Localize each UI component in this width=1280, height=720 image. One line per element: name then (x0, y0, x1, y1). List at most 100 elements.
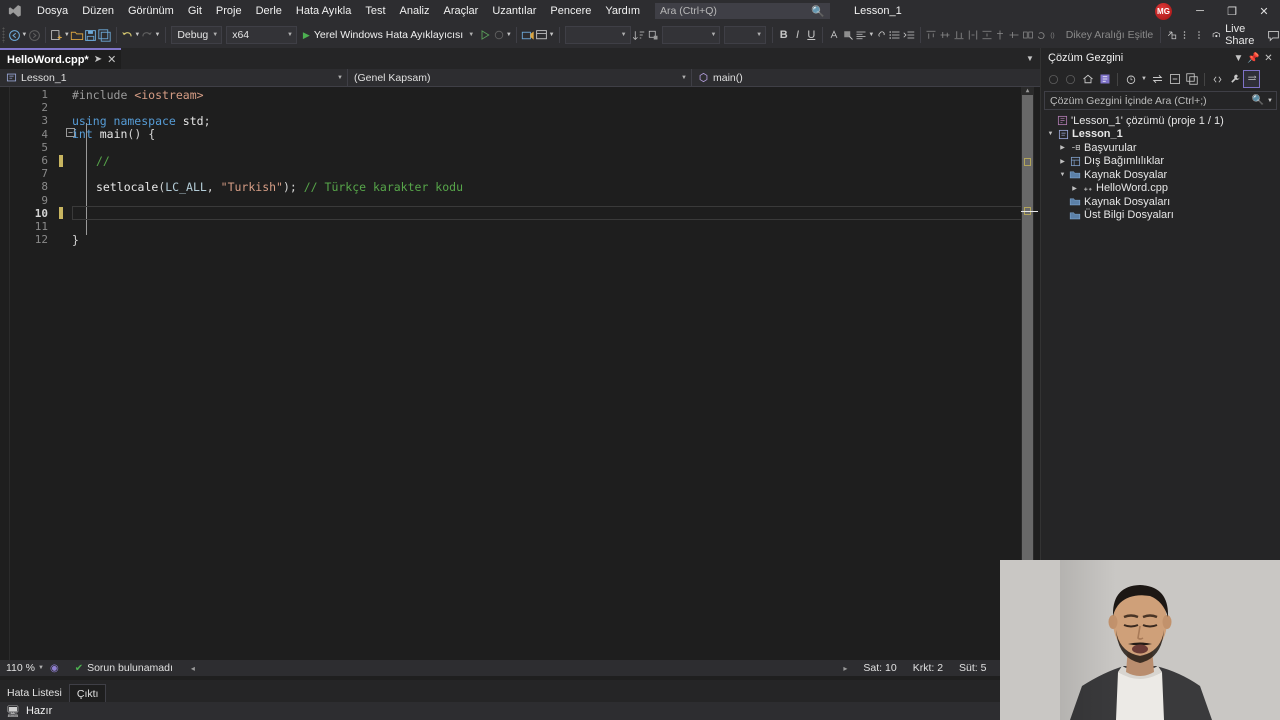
properties-icon[interactable] (1226, 70, 1243, 88)
problems-next-icon[interactable]: ▸ (843, 664, 847, 673)
problems-prev-icon[interactable]: ◂ (191, 664, 195, 673)
solution-configuration-combo[interactable]: Debug ▼ (171, 26, 222, 44)
menu-item-duzen[interactable]: Düzen (75, 0, 121, 22)
zoom-control[interactable]: 110 % ▼ (0, 662, 44, 674)
code-line[interactable]: 11 (0, 220, 1040, 233)
tree-node-kaynak-dosyalar-[interactable]: Kaynak Dosyaları (1041, 195, 1280, 209)
code-line[interactable]: 9 (0, 194, 1040, 207)
chevron-right-icon[interactable]: ▶ (1069, 185, 1080, 192)
panel-menu-chevron-icon[interactable]: ▼ (1231, 53, 1246, 64)
menu-item-analiz[interactable]: Analiz (393, 0, 437, 22)
tab-hata-listesi[interactable]: Hata Listesi (0, 684, 69, 702)
pin-tab-icon[interactable]: ➤ (94, 54, 102, 65)
document-tab-helloword-cpp[interactable]: HelloWord.cpp* ➤ ✕ (0, 48, 121, 69)
code-line[interactable]: 6// (0, 154, 1040, 167)
maximize-button[interactable]: ❐ (1216, 0, 1248, 22)
chevron-right-icon[interactable]: ▶ (1057, 144, 1068, 151)
preview-selected-items-icon[interactable] (1243, 70, 1260, 88)
home-icon[interactable] (1079, 70, 1096, 88)
menu-item-test[interactable]: Test (358, 0, 392, 22)
toolbar-overflow-icon[interactable] (1193, 25, 1207, 45)
code-editor[interactable]: − 1#include <iostream>23using namespace … (0, 87, 1040, 660)
show-all-files-icon[interactable] (1183, 70, 1200, 88)
chevron-down-icon[interactable]: ▼ (1057, 172, 1068, 178)
hot-reload-icon[interactable] (521, 25, 535, 45)
underline-icon[interactable]: U (804, 25, 818, 45)
save-icon[interactable] (84, 25, 98, 45)
nav-scope-combo[interactable]: (Genel Kapsam) ▼ (348, 69, 692, 87)
start-without-debugging-icon[interactable] (478, 25, 492, 45)
problems-indicator[interactable]: ✔ Sorun bulunamadı (75, 662, 173, 674)
code-line[interactable]: 3using namespace std; (0, 114, 1040, 127)
code-line[interactable]: 5 (0, 141, 1040, 154)
menu-item-git[interactable]: Git (181, 0, 209, 22)
undo-icon[interactable] (120, 25, 134, 45)
menu-item-yardim[interactable]: Yardım (598, 0, 647, 22)
collapse-all-icon[interactable] (1166, 70, 1183, 88)
pin-panel-icon[interactable]: 📌 (1246, 53, 1261, 64)
solution-explorer-search[interactable]: Çözüm Gezgini İçinde Ara (Ctrl+;) 🔍 ▼ (1044, 91, 1277, 110)
tab-cikti[interactable]: Çıktı (69, 684, 107, 702)
code-line[interactable]: 1#include <iostream> (0, 88, 1040, 101)
menu-item-dosya[interactable]: Dosya (30, 0, 75, 22)
window-layout-icon[interactable] (535, 25, 549, 45)
global-search-box[interactable]: Ara (Ctrl+Q) 🔍 (655, 3, 830, 19)
italic-icon[interactable]: I (791, 25, 805, 45)
menu-item-pencere[interactable]: Pencere (543, 0, 598, 22)
menu-item-proje[interactable]: Proje (209, 0, 249, 22)
menu-item-derle[interactable]: Derle (249, 0, 289, 22)
nav-member-combo[interactable]: main() (692, 69, 1040, 87)
toolbar-combo-c[interactable]: ▼ (724, 26, 766, 44)
code-line[interactable]: 8setlocale(LC_ALL, "Turkish"); // Türkçe… (0, 180, 1040, 193)
chevron-down-icon[interactable]: ▼ (1045, 131, 1056, 137)
search-options-chevron-icon[interactable]: ▼ (1267, 98, 1273, 104)
scroll-up-icon[interactable]: ▲ (1021, 87, 1034, 95)
chevron-right-icon[interactable]: ▶ (1057, 158, 1068, 165)
tree-node-helloword-cpp[interactable]: ▶HelloWord.cpp (1041, 182, 1280, 196)
nav-project-combo[interactable]: Lesson_1 ▼ (0, 69, 348, 87)
list-icon[interactable] (888, 25, 902, 45)
expand-icon[interactable] (1165, 25, 1179, 45)
toolbar-combo-b[interactable]: ▼ (662, 26, 720, 44)
window-layout-dropdown-icon[interactable]: ▼ (548, 25, 554, 45)
feedback-icon[interactable] (1266, 25, 1280, 45)
close-button[interactable]: ✕ (1248, 0, 1280, 22)
toolbar-combo-a[interactable]: ▼ (565, 26, 630, 44)
open-file-icon[interactable] (70, 25, 84, 45)
code-view-icon[interactable] (1209, 70, 1226, 88)
menu-item-araclar[interactable]: Araçlar (437, 0, 486, 22)
editor-scrollbar-thumb[interactable] (1022, 95, 1033, 615)
tab-list-chevron-icon[interactable]: ▼ (1023, 54, 1037, 63)
highlight-icon[interactable] (841, 25, 855, 45)
bold-icon[interactable]: B (777, 25, 791, 45)
sort-icon[interactable] (633, 25, 647, 45)
insert-link-icon[interactable] (874, 25, 888, 45)
code-line[interactable]: 4int main() { (0, 128, 1040, 141)
sync-icon[interactable] (1149, 70, 1166, 88)
code-line[interactable]: 12} (0, 233, 1040, 246)
toolbar-grip[interactable] (2, 27, 5, 43)
menu-item-uzantilar[interactable]: Uzantılar (485, 0, 543, 22)
tree-node-ba-vurular[interactable]: ▶Başvurular (1041, 141, 1280, 155)
tree-node-lesson-1[interactable]: ▼Lesson_1 (1041, 128, 1280, 142)
tree-node-d-ba-ml-l-klar[interactable]: ▶Dış Bağımlılıklar (1041, 155, 1280, 169)
close-panel-icon[interactable]: ✕ (1261, 53, 1276, 64)
switch-views-icon[interactable] (1096, 70, 1113, 88)
solution-root-node[interactable]: 'Lesson_1' çözümü (proje 1 / 1) (1041, 114, 1280, 128)
avatar[interactable]: MG (1155, 3, 1172, 20)
start-debug-button[interactable]: ▶ Yerel Windows Hata Ayıklayıcısı ▼ (299, 25, 478, 45)
code-line[interactable]: 10 (0, 207, 1040, 220)
pending-changes-dropdown-icon[interactable]: ▼ (1139, 70, 1149, 88)
toolbar-options-icon[interactable] (1179, 25, 1193, 45)
font-color-icon[interactable] (827, 25, 841, 45)
chevron-down-icon[interactable]: ▼ (468, 32, 474, 38)
minimize-button[interactable]: ─ (1184, 0, 1216, 22)
new-project-icon[interactable] (50, 25, 64, 45)
menu-item-gorunum[interactable]: Görünüm (121, 0, 181, 22)
solution-platform-combo[interactable]: x64 ▼ (226, 26, 297, 44)
tree-node-kaynak-dosyalar[interactable]: ▼Kaynak Dosyalar (1041, 168, 1280, 182)
indent-icon[interactable] (902, 25, 916, 45)
menu-item-hata-ayikla[interactable]: Hata Ayıkla (289, 0, 358, 22)
pending-changes-icon[interactable] (1122, 70, 1139, 88)
close-tab-icon[interactable]: ✕ (107, 53, 116, 66)
